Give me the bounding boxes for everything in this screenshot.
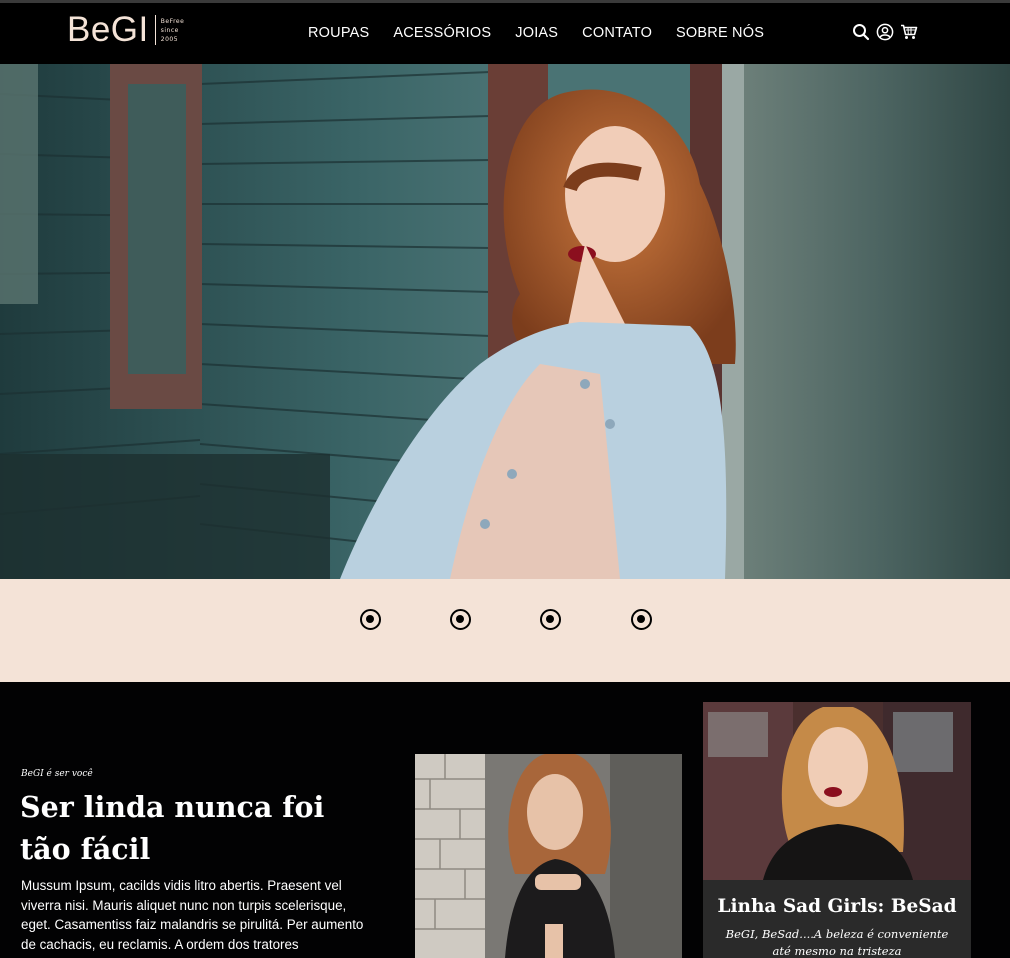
carousel-indicators — [0, 579, 1010, 682]
tagline-line: since — [160, 26, 179, 34]
collection-card[interactable]: Linha Sad Girls: BeSad BeGI, BeSad....A … — [703, 702, 971, 958]
intro-section: BeGI é ser você Ser linda nunca foi tão … — [0, 682, 1010, 958]
intro-headline: Ser linda nunca foi tão fácil — [20, 790, 325, 866]
carousel-dot-3[interactable] — [540, 609, 561, 630]
main-nav: ROUPAS ACESSÓRIOS JOIAS CONTATO SOBRE NÓ… — [308, 25, 788, 41]
brand-name: BeGI — [67, 10, 149, 49]
user-icon[interactable] — [876, 23, 894, 41]
model-photo[interactable] — [415, 754, 682, 958]
hero-banner-image — [0, 64, 1010, 579]
carousel-dot-2[interactable] — [450, 609, 471, 630]
search-icon[interactable] — [852, 23, 870, 41]
carousel-dot-4[interactable] — [631, 609, 652, 630]
nav-item-roupas[interactable]: ROUPAS — [308, 25, 369, 41]
brand-tagline: BeFree since 2005 — [161, 17, 185, 44]
brand-logo[interactable]: BeGI BeFree since 2005 — [67, 11, 185, 49]
header-icons — [852, 23, 924, 41]
tagline-line: BeFree — [160, 17, 185, 25]
logo-divider — [154, 15, 156, 45]
nav-item-contato[interactable]: CONTATO — [582, 25, 652, 41]
nav-item-acessorios[interactable]: ACESSÓRIOS — [393, 25, 491, 41]
intro-body: Mussum Ipsum, cacilds vidis litro aberti… — [21, 878, 364, 952]
site-header: BeGI BeFree since 2005 ROUPAS ACESSÓRIOS… — [0, 3, 1010, 64]
collection-card-image — [703, 702, 971, 880]
tagline-line: 2005 — [160, 35, 179, 43]
nav-item-joias[interactable]: JOIAS — [515, 25, 558, 41]
intro-eyebrow: BeGI é ser você — [21, 769, 93, 779]
collection-card-description: BeGI, BeSad....A beleza é conveniente at… — [725, 927, 949, 958]
carousel-dot-1[interactable] — [360, 609, 381, 630]
collection-card-title: Linha Sad Girls: BeSad — [717, 896, 957, 917]
cart-icon[interactable] — [900, 23, 918, 41]
nav-item-sobre-nos[interactable]: SOBRE NÓS — [676, 25, 764, 41]
